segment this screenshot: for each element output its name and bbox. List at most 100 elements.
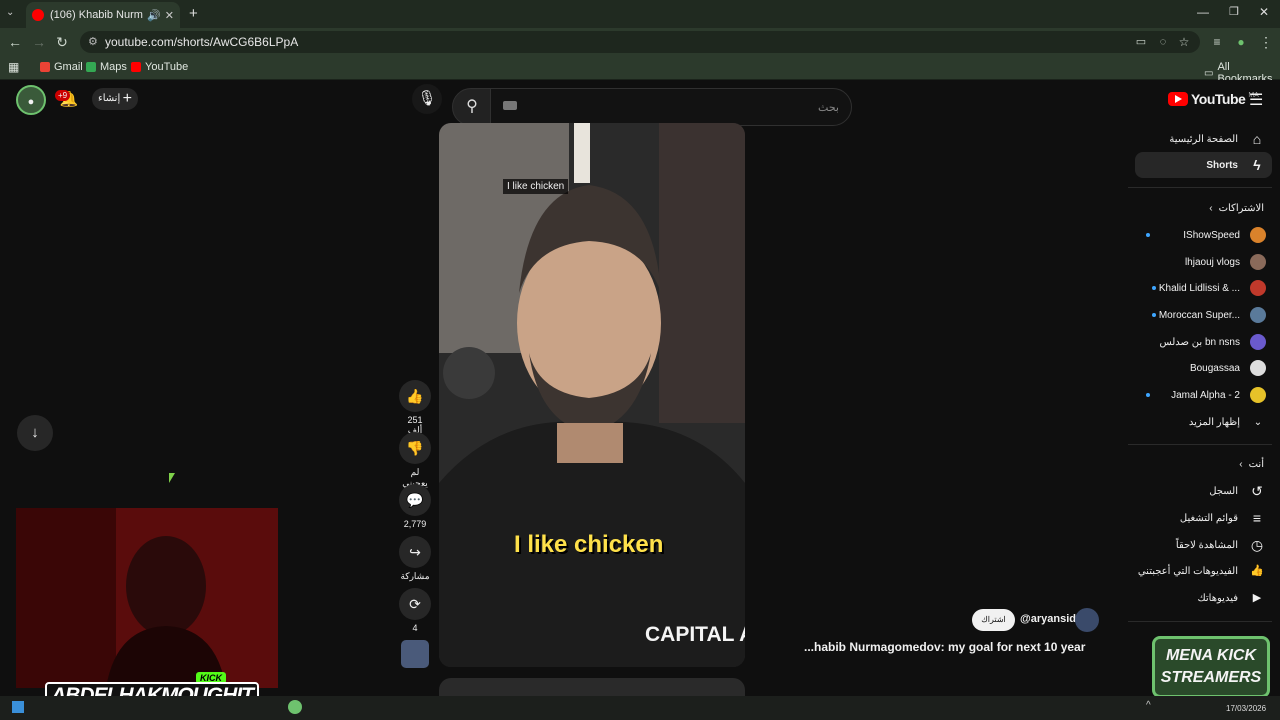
voice-search-icon[interactable]: 🎙 xyxy=(412,84,442,114)
start-icon[interactable] xyxy=(12,701,24,713)
back-icon[interactable]: ← xyxy=(6,34,24,50)
sidebar-item-sub[interactable]: Bougassaa xyxy=(1132,356,1272,380)
avatar[interactable]: ● xyxy=(16,85,46,115)
reload-icon[interactable]: ↻ xyxy=(53,34,71,50)
chevron-down-icon: ⌄ xyxy=(1253,416,1263,428)
sidebar-item-sub[interactable]: Jamal Alpha - 2 xyxy=(1132,383,1272,407)
bookmark-youtube[interactable]: YouTube xyxy=(131,61,188,73)
chevron-left-icon: ‹ xyxy=(1209,203,1213,214)
new-tab-button[interactable]: + xyxy=(189,5,198,22)
youtube-logo-icon xyxy=(1168,92,1188,106)
close-window-button[interactable]: ✕ xyxy=(1259,5,1269,19)
create-label: إنشاء xyxy=(98,93,121,104)
sidebar-show-more[interactable]: إظهار المزيد ⌄ xyxy=(1132,410,1272,434)
search-input[interactable]: بحث xyxy=(490,88,852,126)
guide-menu-icon[interactable]: ☰ xyxy=(1249,90,1263,110)
you-heading[interactable]: ‹ أنت xyxy=(1239,459,1264,470)
profile-icon[interactable]: ● xyxy=(1232,34,1250,50)
new-content-dot xyxy=(1146,393,1150,397)
minimize-button[interactable]: — xyxy=(1197,5,1209,19)
sound-thumbnail[interactable] xyxy=(401,640,429,668)
eye-off-icon[interactable]: ◌ xyxy=(1154,34,1172,50)
bookmark-label: Gmail xyxy=(54,61,83,73)
chevron-left-icon: ‹ xyxy=(1239,459,1243,470)
comments-button[interactable]: 💬 2,779 xyxy=(399,484,431,529)
bookmarks-bar: ▦ Gmail Maps YouTube ▭ All Bookmarks xyxy=(0,56,1280,85)
sub-label: بن صدلس bn nsns xyxy=(1159,336,1240,348)
sub-label: Jamal Alpha - 2 xyxy=(1171,389,1240,401)
sidebar-item-home[interactable]: الصفحة الرئيسية ⌂ xyxy=(1137,126,1272,152)
tray-chevron-icon[interactable]: ^ xyxy=(1146,700,1151,711)
comment-count: 2,779 xyxy=(403,519,427,529)
webcam-frame xyxy=(16,508,278,688)
gmail-icon xyxy=(40,62,50,72)
close-tab-icon[interactable]: ✕ xyxy=(165,9,174,22)
next-short-preview[interactable] xyxy=(439,678,745,696)
star-icon[interactable]: ☆ xyxy=(1175,34,1193,50)
bookmark-maps[interactable]: Maps xyxy=(86,61,127,73)
short-video-player[interactable]: I like chicken I like chicken CAPITAL A xyxy=(439,123,745,667)
share-icon: ↪ xyxy=(399,536,431,568)
channel-handle[interactable]: @aryanside xyxy=(1020,613,1082,625)
bookmark-gmail[interactable]: Gmail xyxy=(40,61,83,73)
comment-icon: 💬 xyxy=(399,484,431,516)
sidebar-item-liked[interactable]: الفيديوهات التي أعجبتني 👍 xyxy=(1137,558,1272,584)
sidebar-item-watch-later[interactable]: المشاهدة لاحقاً ◷ xyxy=(1137,532,1272,558)
browser-tab-active[interactable]: (106) Khabib Nurmagomedov 🔊 ✕ xyxy=(26,2,180,28)
subscribe-button[interactable]: اشتراك xyxy=(972,609,1015,631)
reading-list-icon[interactable]: ≡ xyxy=(1208,34,1226,50)
sidebar-item-history[interactable]: السجل ↺ xyxy=(1137,478,1272,504)
like-button[interactable]: 👍 251 ألف xyxy=(399,380,431,436)
sidebar-item-shorts[interactable]: Shorts ϟ xyxy=(1135,152,1272,178)
sidebar-item-label: قوائم التشغيل xyxy=(1179,512,1238,524)
create-button[interactable]: إنشاء + xyxy=(92,88,138,110)
youtube-logo[interactable]: YouTube MA xyxy=(1168,91,1259,107)
sidebar-item-sub[interactable]: lhjaouj vlogs xyxy=(1132,250,1272,274)
speaker-icon[interactable]: 🔊 xyxy=(147,9,161,22)
cast-icon[interactable]: ▭ xyxy=(1132,34,1150,50)
sidebar-item-sub[interactable]: Khalid Lidlissi & ... xyxy=(1132,276,1272,300)
sidebar-item-playlists[interactable]: قوائم التشغيل ≡ xyxy=(1137,505,1272,531)
bookmark-label: YouTube xyxy=(145,61,189,73)
sidebar-item-sub[interactable]: بن صدلس bn nsns xyxy=(1132,330,1272,354)
mouse-cursor xyxy=(169,473,175,483)
divider xyxy=(1128,444,1272,445)
channel-avatar xyxy=(1250,254,1266,270)
forward-icon[interactable]: → xyxy=(30,34,48,50)
search-button[interactable]: ⚲ xyxy=(452,88,492,126)
share-button[interactable]: ↪ مشاركة xyxy=(399,536,431,582)
apps-icon[interactable]: ▦ xyxy=(8,60,19,74)
subscriptions-heading[interactable]: ‹ الاشتراكات xyxy=(1209,203,1264,214)
badge-line-2: STREAMERS xyxy=(1160,669,1262,686)
history-icon: ↺ xyxy=(1251,483,1263,499)
url-field[interactable]: ⚙ youtube.com/shorts/AwCG6B6LPpA xyxy=(80,31,1200,53)
address-bar-row: ← → ↻ ⚙ youtube.com/shorts/AwCG6B6LPpA ▭… xyxy=(0,28,1280,56)
chrome-taskbar-icon[interactable] xyxy=(288,700,302,714)
caption-main: I like chicken xyxy=(514,531,664,558)
sidebar-item-sub[interactable]: IShowSpeed xyxy=(1132,223,1272,247)
shorts-icon: ϟ xyxy=(1253,157,1261,173)
clock-date[interactable]: 17/03/2026 xyxy=(1226,704,1266,713)
playlists-icon: ≡ xyxy=(1252,510,1262,526)
dislike-button[interactable]: 👎 لم يعجبني xyxy=(399,432,431,489)
thumbs-up-icon: 👍 xyxy=(1250,565,1264,577)
sub-label: IShowSpeed xyxy=(1183,229,1240,241)
video-title[interactable]: ...habib Nurmagomedov: my goal for next … xyxy=(804,640,1085,654)
channel-avatar[interactable] xyxy=(1075,608,1099,632)
menu-icon[interactable]: ⋮ xyxy=(1257,34,1275,50)
sidebar-item-your-videos[interactable]: فيديوهاتك ▶ xyxy=(1137,585,1272,611)
share-label: مشاركة xyxy=(400,571,430,581)
remix-button[interactable]: ⟳ 4 xyxy=(399,588,431,633)
tab-search-icon[interactable]: ⌄ xyxy=(6,7,14,18)
remix-icon: ⟳ xyxy=(399,588,431,620)
bookmark-label: Maps xyxy=(100,61,127,73)
channel-avatar xyxy=(1250,360,1266,376)
site-info-icon[interactable]: ⚙ xyxy=(88,31,98,53)
tab-title: (106) Khabib Nurmagomedov xyxy=(50,9,143,21)
sidebar-item-sub[interactable]: Moroccan Super... xyxy=(1132,303,1272,327)
restore-button[interactable]: ❐ xyxy=(1229,5,1239,18)
keyboard-icon[interactable] xyxy=(503,101,517,110)
clock-icon: ◷ xyxy=(1250,537,1264,553)
channel-avatar xyxy=(1250,387,1266,403)
scroll-down-button[interactable]: ↓ xyxy=(17,415,53,451)
